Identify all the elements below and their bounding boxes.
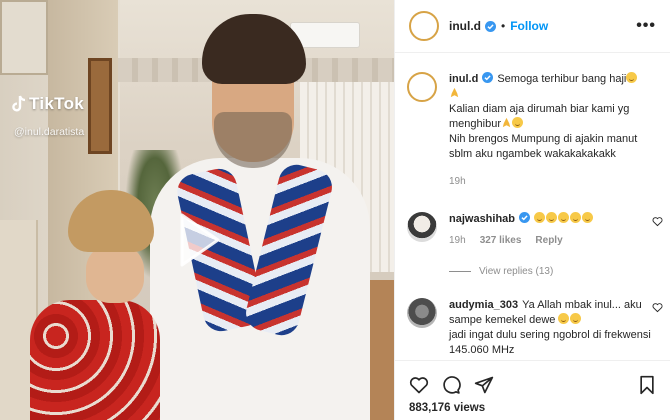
laughing-emoji-icon: [570, 212, 582, 223]
tiktok-logo-icon: [12, 95, 26, 112]
view-replies-label: View replies (13): [479, 266, 554, 277]
laughing-emoji-icon: [626, 72, 638, 83]
caption-line-1: Semoga terhibur bang haji: [497, 73, 627, 85]
caption-line-3: Nih brengos Mumpung di ajakin manut sblm…: [449, 133, 638, 160]
post-username[interactable]: inul.d: [449, 19, 481, 33]
more-icon[interactable]: •••: [636, 17, 656, 35]
comment-icon[interactable]: [441, 375, 461, 395]
separator-dot: •: [501, 19, 506, 33]
action-bar: [395, 360, 670, 400]
caption-time: 19h: [449, 176, 466, 187]
views-count[interactable]: 883,176 views: [409, 402, 485, 414]
laughing-emoji-icon: [534, 212, 546, 223]
heart-icon[interactable]: [652, 302, 663, 313]
avatar[interactable]: [409, 11, 439, 41]
comment-text-2: jadi ingat dulu sering ngobrol di frekwe…: [449, 329, 651, 356]
play-icon[interactable]: [176, 211, 222, 269]
pray-emoji-icon: [450, 87, 459, 98]
reply-button[interactable]: Reply: [535, 233, 562, 248]
comment-avatar[interactable]: [407, 298, 437, 328]
bookmark-icon[interactable]: [637, 375, 657, 395]
heart-icon[interactable]: [652, 216, 663, 227]
background-cabinet: [0, 0, 48, 75]
comment-username[interactable]: audymia_303: [449, 299, 518, 311]
laughing-emoji-icon: [558, 212, 570, 223]
view-replies-button[interactable]: View replies (13): [449, 266, 657, 277]
laughing-emoji-icon: [570, 313, 582, 324]
verified-icon: [519, 212, 531, 223]
verified-icon: [482, 72, 494, 83]
comment-avatar[interactable]: [407, 212, 437, 242]
comments-list[interactable]: inul.d Semoga terhibur bang haji Kalian d…: [395, 54, 670, 358]
caption: inul.d Semoga terhibur bang haji Kalian d…: [407, 72, 657, 189]
laughing-emoji-icon: [546, 212, 558, 223]
follow-button[interactable]: Follow: [510, 19, 548, 33]
caption-line-2: Kalian diam aja dirumah biar kami yg men…: [449, 103, 630, 130]
verified-icon: [485, 20, 496, 32]
comment-time: 19h: [449, 235, 466, 246]
share-icon[interactable]: [474, 375, 494, 395]
comment-item: najwashihab 19h 327 likes Reply View rep…: [407, 212, 663, 277]
video-player[interactable]: TikTok @inul.daratista: [0, 0, 394, 420]
tiktok-watermark: TikTok: [12, 94, 84, 114]
background-picture-frame: [88, 58, 112, 154]
woman-figure: [30, 300, 160, 420]
laughing-emoji-icon: [582, 212, 594, 223]
post-header: inul.d • Follow •••: [395, 0, 670, 53]
woman-face: [86, 245, 144, 303]
divider-line: [449, 271, 471, 272]
tiktok-handle: @inul.daratista: [14, 126, 85, 138]
laughing-emoji-icon: [511, 117, 523, 128]
tiktok-brand: TikTok: [29, 94, 85, 113]
caption-avatar[interactable]: [407, 72, 437, 102]
laughing-emoji-icon: [558, 313, 570, 324]
heart-icon[interactable]: [409, 375, 429, 395]
post-sidebar: inul.d • Follow ••• inul.d Semoga terhibu…: [394, 0, 670, 420]
comment-item: audymia_303 Ya Allah mbak inul... aku sam…: [407, 298, 663, 358]
caption-username[interactable]: inul.d: [449, 73, 478, 85]
comment-likes[interactable]: 327 likes: [480, 233, 522, 248]
pray-emoji-icon: [502, 117, 511, 128]
comment-username[interactable]: najwashihab: [449, 213, 515, 225]
